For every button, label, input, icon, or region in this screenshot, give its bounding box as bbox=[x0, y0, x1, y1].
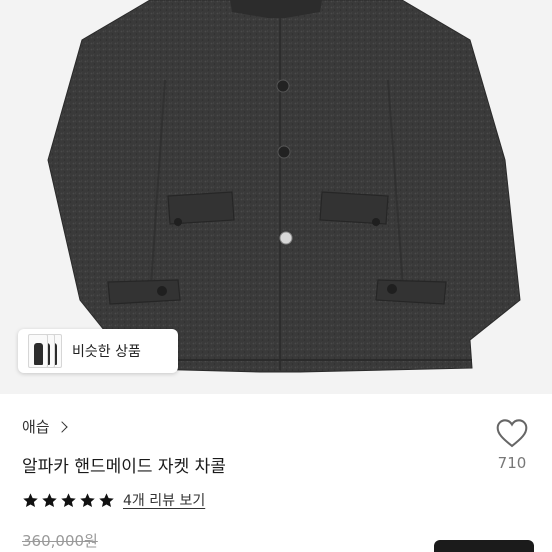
chevron-right-icon bbox=[55, 420, 68, 433]
rating-row[interactable]: 4개 리뷰 보기 bbox=[22, 490, 205, 510]
star-icon bbox=[99, 492, 114, 507]
star-icon bbox=[80, 492, 95, 507]
star-icon bbox=[23, 492, 38, 507]
star-icon bbox=[61, 492, 76, 507]
star-icon bbox=[42, 492, 57, 507]
rating-stars bbox=[22, 492, 117, 509]
similar-thumb-1 bbox=[28, 334, 48, 368]
product-title: 알파카 핸드메이드 자켓 차콜 bbox=[22, 457, 226, 477]
similar-products-button[interactable]: 비슷한 상품 bbox=[18, 329, 178, 373]
similar-thumbnails bbox=[28, 334, 62, 368]
product-info: 애습 알파카 핸드메이드 자켓 차콜 4개 리뷰 보기 360,000원 710 bbox=[0, 394, 552, 552]
like-count: 710 bbox=[497, 454, 527, 472]
original-price: 360,000원 bbox=[22, 532, 98, 550]
like-button[interactable]: 710 bbox=[492, 418, 532, 472]
heart-outline-icon bbox=[496, 419, 528, 448]
seller-name: 애습 bbox=[22, 418, 50, 436]
review-link[interactable]: 4개 리뷰 보기 bbox=[123, 490, 205, 510]
seller-link[interactable]: 애습 bbox=[22, 416, 68, 437]
product-image[interactable]: 비슷한 상품 bbox=[0, 0, 552, 394]
similar-products-label: 비슷한 상품 bbox=[72, 344, 141, 360]
purchase-button[interactable] bbox=[434, 540, 534, 552]
